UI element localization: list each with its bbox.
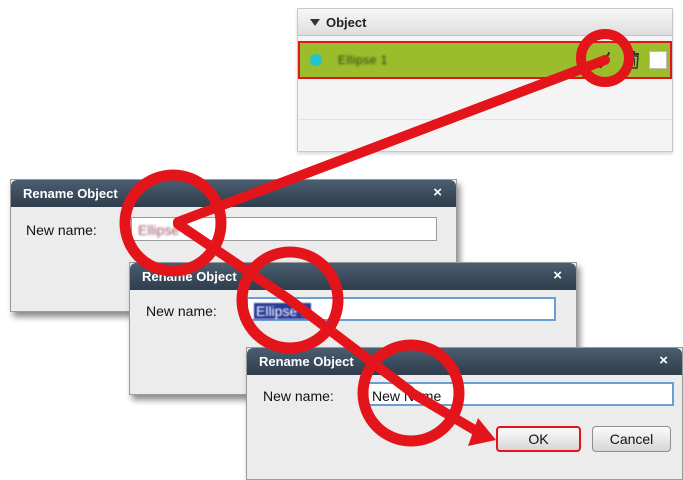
trash-icon[interactable] — [626, 51, 640, 69]
new-name-label: New name: — [263, 388, 334, 404]
new-name-value-selected: Ellipse 1 — [254, 303, 311, 319]
object-panel: Object Ellipse 1 — [297, 8, 673, 152]
ok-button[interactable]: OK — [496, 426, 581, 452]
collapse-triangle-icon[interactable] — [310, 18, 320, 26]
dialog-titlebar[interactable]: Rename Object × — [11, 180, 456, 207]
close-icon[interactable]: × — [659, 352, 668, 369]
object-panel-header[interactable]: Object — [298, 9, 672, 36]
pencil-edit-icon[interactable] — [595, 50, 615, 70]
divider — [298, 119, 672, 120]
rename-dialog-step3: Rename Object × New name: New Name OK Ca… — [246, 347, 683, 480]
object-item-name: Ellipse 1 — [338, 53, 388, 67]
new-name-input[interactable]: Ellipse 1 — [131, 217, 437, 241]
visibility-checkbox[interactable] — [649, 51, 667, 69]
dialog-titlebar[interactable]: Rename Object × — [130, 263, 576, 290]
cancel-button[interactable]: Cancel — [592, 426, 671, 452]
new-name-input[interactable]: Ellipse 1 — [246, 297, 556, 321]
new-name-value: Ellipse 1 — [138, 222, 191, 238]
dialog-title: Rename Object — [259, 354, 354, 369]
dialog-title: Rename Object — [142, 269, 237, 284]
close-icon[interactable]: × — [433, 184, 442, 201]
dialog-titlebar[interactable]: Rename Object × — [247, 348, 682, 375]
object-panel-title: Object — [326, 14, 367, 30]
object-color-dot — [310, 54, 322, 66]
new-name-input[interactable]: New Name — [364, 382, 674, 406]
new-name-label: New name: — [146, 303, 217, 319]
new-name-label: New name: — [26, 222, 97, 238]
object-list-item[interactable]: Ellipse 1 — [298, 41, 672, 79]
new-name-value: New Name — [372, 388, 442, 404]
close-icon[interactable]: × — [553, 267, 562, 284]
dialog-title: Rename Object — [23, 186, 118, 201]
